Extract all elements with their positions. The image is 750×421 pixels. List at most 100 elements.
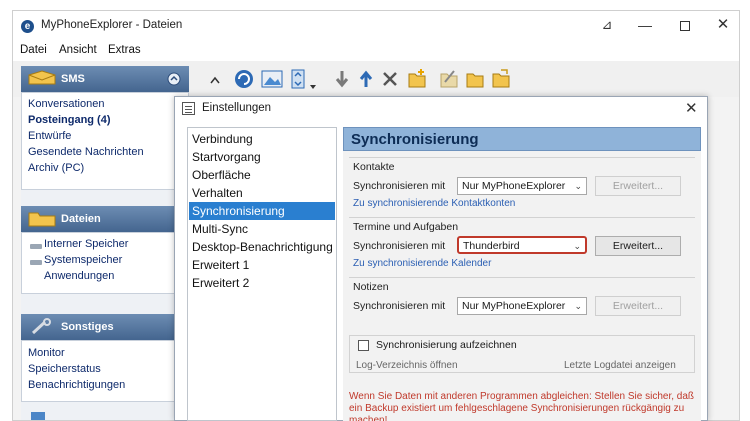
folder-up-icon[interactable] <box>465 67 485 91</box>
settings-nav-multi-sync[interactable]: Multi-Sync <box>189 220 335 238</box>
collapse-icon[interactable] <box>167 72 181 86</box>
kontakte-sync-value: Nur MyPhoneExplorer <box>462 180 566 192</box>
menu-extras[interactable]: Extras <box>108 44 141 56</box>
sidebar-item-archiv[interactable]: Archiv (PC) <box>28 162 84 174</box>
settings-list-icon <box>182 102 195 115</box>
new-folder-icon[interactable] <box>407 67 427 91</box>
app-logo-icon: e <box>21 20 34 33</box>
settings-nav-erweitert-2[interactable]: Erweitert 2 <box>189 274 335 292</box>
kontakte-sync-label: Synchronisieren mit <box>353 180 446 192</box>
settings-nav-list: Verbindung Startvorgang Oberfläche Verha… <box>187 127 337 421</box>
sidebar-item-gesendete[interactable]: Gesendete Nachrichten <box>28 146 144 158</box>
settings-nav-oberflaeche[interactable]: Oberfläche <box>189 166 335 184</box>
sync-icon[interactable] <box>291 67 305 91</box>
content-title: Synchronisierung <box>351 131 479 148</box>
chevron-down-icon: ⌄ <box>574 301 582 311</box>
settings-nav-synchronisierung[interactable]: Synchronisierung <box>189 202 335 220</box>
sms-section-title: SMS <box>61 73 85 85</box>
window-title: MyPhoneExplorer - Dateien <box>41 19 183 31</box>
settings-content-pane: Synchronisierung Kontakte Synchronisiere… <box>343 127 701 421</box>
sidebar-item-entwuerfe[interactable]: Entwürfe <box>28 130 71 142</box>
sidebar-item-benachrichtigungen[interactable]: Benachrichtigungen <box>28 379 125 391</box>
maximize-button[interactable] <box>671 15 699 35</box>
kontakte-sync-select[interactable]: Nur MyPhoneExplorer ⌄ <box>457 177 587 195</box>
log-open-button[interactable]: Log-Verzeichnis öffnen <box>356 360 458 371</box>
drive-icon <box>30 260 42 265</box>
minimize-button[interactable]: — <box>631 15 659 35</box>
notizen-sync-value: Nur MyPhoneExplorer <box>462 300 566 312</box>
delete-icon[interactable] <box>381 67 399 91</box>
sms-section-header[interactable]: SMS <box>21 66 189 92</box>
sync-warning: Wenn Sie Daten mit anderen Programmen ab… <box>349 391 695 421</box>
sonstiges-section-header[interactable]: Sonstiges <box>21 314 189 340</box>
phone-icon <box>31 412 45 420</box>
kontakte-erweitert-button[interactable]: Erweitert... <box>595 176 681 196</box>
settings-nav-desktop-benachrichtigung[interactable]: Desktop-Benachrichtigung <box>189 238 335 256</box>
chevron-down-icon: ⌄ <box>574 181 582 191</box>
folder-sync-icon[interactable] <box>491 67 511 91</box>
settings-dialog: Einstellungen ✕ Verbindung Startvorgang … <box>174 96 708 421</box>
dateien-section-title: Dateien <box>61 213 101 225</box>
close-window-button[interactable]: ✕ <box>709 15 737 35</box>
chevron-down-icon: ⌄ <box>573 241 581 251</box>
notizen-group-title: Notizen <box>353 281 389 293</box>
sidebar-item-anwendungen[interactable]: Anwendungen <box>44 270 114 282</box>
notizen-sync-select[interactable]: Nur MyPhoneExplorer ⌄ <box>457 297 587 315</box>
kontakte-group: Kontakte Synchronisieren mit Nur MyPhone… <box>349 157 695 209</box>
termine-group-title: Termine und Aufgaben <box>353 221 459 233</box>
dateien-section-header[interactable]: Dateien <box>21 206 189 232</box>
notizen-erweitert-button[interactable]: Erweitert... <box>595 296 681 316</box>
dialog-close-button[interactable]: ✕ <box>685 99 698 117</box>
notizen-sync-label: Synchronisieren mit <box>353 300 446 312</box>
refresh-icon[interactable] <box>233 67 255 91</box>
sidebar-item-interner-speicher[interactable]: Interner Speicher <box>44 238 128 250</box>
sidebar-item-speicherstatus[interactable]: Speicherstatus <box>28 363 101 375</box>
notizen-group: Notizen Synchronisieren mit Nur MyPhoneE… <box>349 277 695 321</box>
log-checkbox-label[interactable]: Synchronisierung aufzeichnen <box>376 339 517 351</box>
settings-nav-startvorgang[interactable]: Startvorgang <box>189 148 335 166</box>
minimize-icon: — <box>638 17 652 33</box>
pin-button[interactable]: ⊿ <box>593 15 621 35</box>
content-header: Synchronisierung <box>343 127 701 151</box>
tools-icon <box>31 318 51 335</box>
kontakte-group-title: Kontakte <box>353 161 395 173</box>
settings-nav-verbindung[interactable]: Verbindung <box>189 130 335 148</box>
menu-ansicht[interactable]: Ansicht <box>59 44 97 56</box>
edit-icon[interactable] <box>439 67 459 91</box>
dialog-title: Einstellungen <box>202 102 272 114</box>
sidebar-item-systemspeicher[interactable]: Systemspeicher <box>44 254 122 266</box>
menu-datei[interactable]: Datei <box>20 44 47 56</box>
maximize-icon <box>680 21 690 32</box>
log-last-button[interactable]: Letzte Logdatei anzeigen <box>564 360 676 371</box>
arrow-up-icon[interactable] <box>357 67 375 91</box>
sidebar-item-konversationen[interactable]: Konversationen <box>28 98 104 110</box>
sonstiges-section-title: Sonstiges <box>61 321 114 333</box>
settings-nav-verhalten[interactable]: Verhalten <box>189 184 335 202</box>
sidebar-item-posteingang[interactable]: Posteingang (4) <box>28 114 111 126</box>
envelope-icon <box>28 70 56 85</box>
image-icon[interactable] <box>261 67 283 91</box>
drive-icon <box>30 244 42 249</box>
termine-sync-label: Synchronisieren mit <box>353 240 446 252</box>
arrow-down-icon[interactable] <box>333 67 351 91</box>
sidebar-item-monitor[interactable]: Monitor <box>28 347 65 359</box>
chevron-up-icon[interactable] <box>209 69 221 93</box>
sidebar: SMS Konversationen Posteingang (4) Entwü… <box>21 66 189 420</box>
sms-section-body: Konversationen Posteingang (4) Entwürfe … <box>21 92 189 190</box>
close-icon: ✕ <box>716 16 730 33</box>
title-bar: e MyPhoneExplorer - Dateien ⊿ — ✕ <box>13 11 739 41</box>
termine-sync-value: Thunderbird <box>463 240 520 252</box>
dialog-title-bar: Einstellungen ✕ <box>175 97 707 121</box>
sonstiges-section-body: Monitor Speicherstatus Benachrichtigunge… <box>21 340 189 402</box>
kalender-link[interactable]: Zu synchronisierende Kalender <box>353 258 491 269</box>
settings-nav-erweitert-1[interactable]: Erweitert 1 <box>189 256 335 274</box>
kontakte-konten-link[interactable]: Zu synchronisierende Kontaktkonten <box>353 198 515 209</box>
folder-icon <box>28 212 56 227</box>
log-checkbox[interactable] <box>358 340 369 351</box>
termine-group: Termine und Aufgaben Synchronisieren mit… <box>349 217 695 269</box>
menu-bar: Datei Ansicht Extras <box>13 41 739 61</box>
log-group: Synchronisierung aufzeichnen Log-Verzeic… <box>349 335 695 373</box>
termine-erweitert-button[interactable]: Erweitert... <box>595 236 681 256</box>
pin-icon: ⊿ <box>601 17 613 32</box>
termine-sync-select[interactable]: Thunderbird ⌄ <box>457 236 587 254</box>
